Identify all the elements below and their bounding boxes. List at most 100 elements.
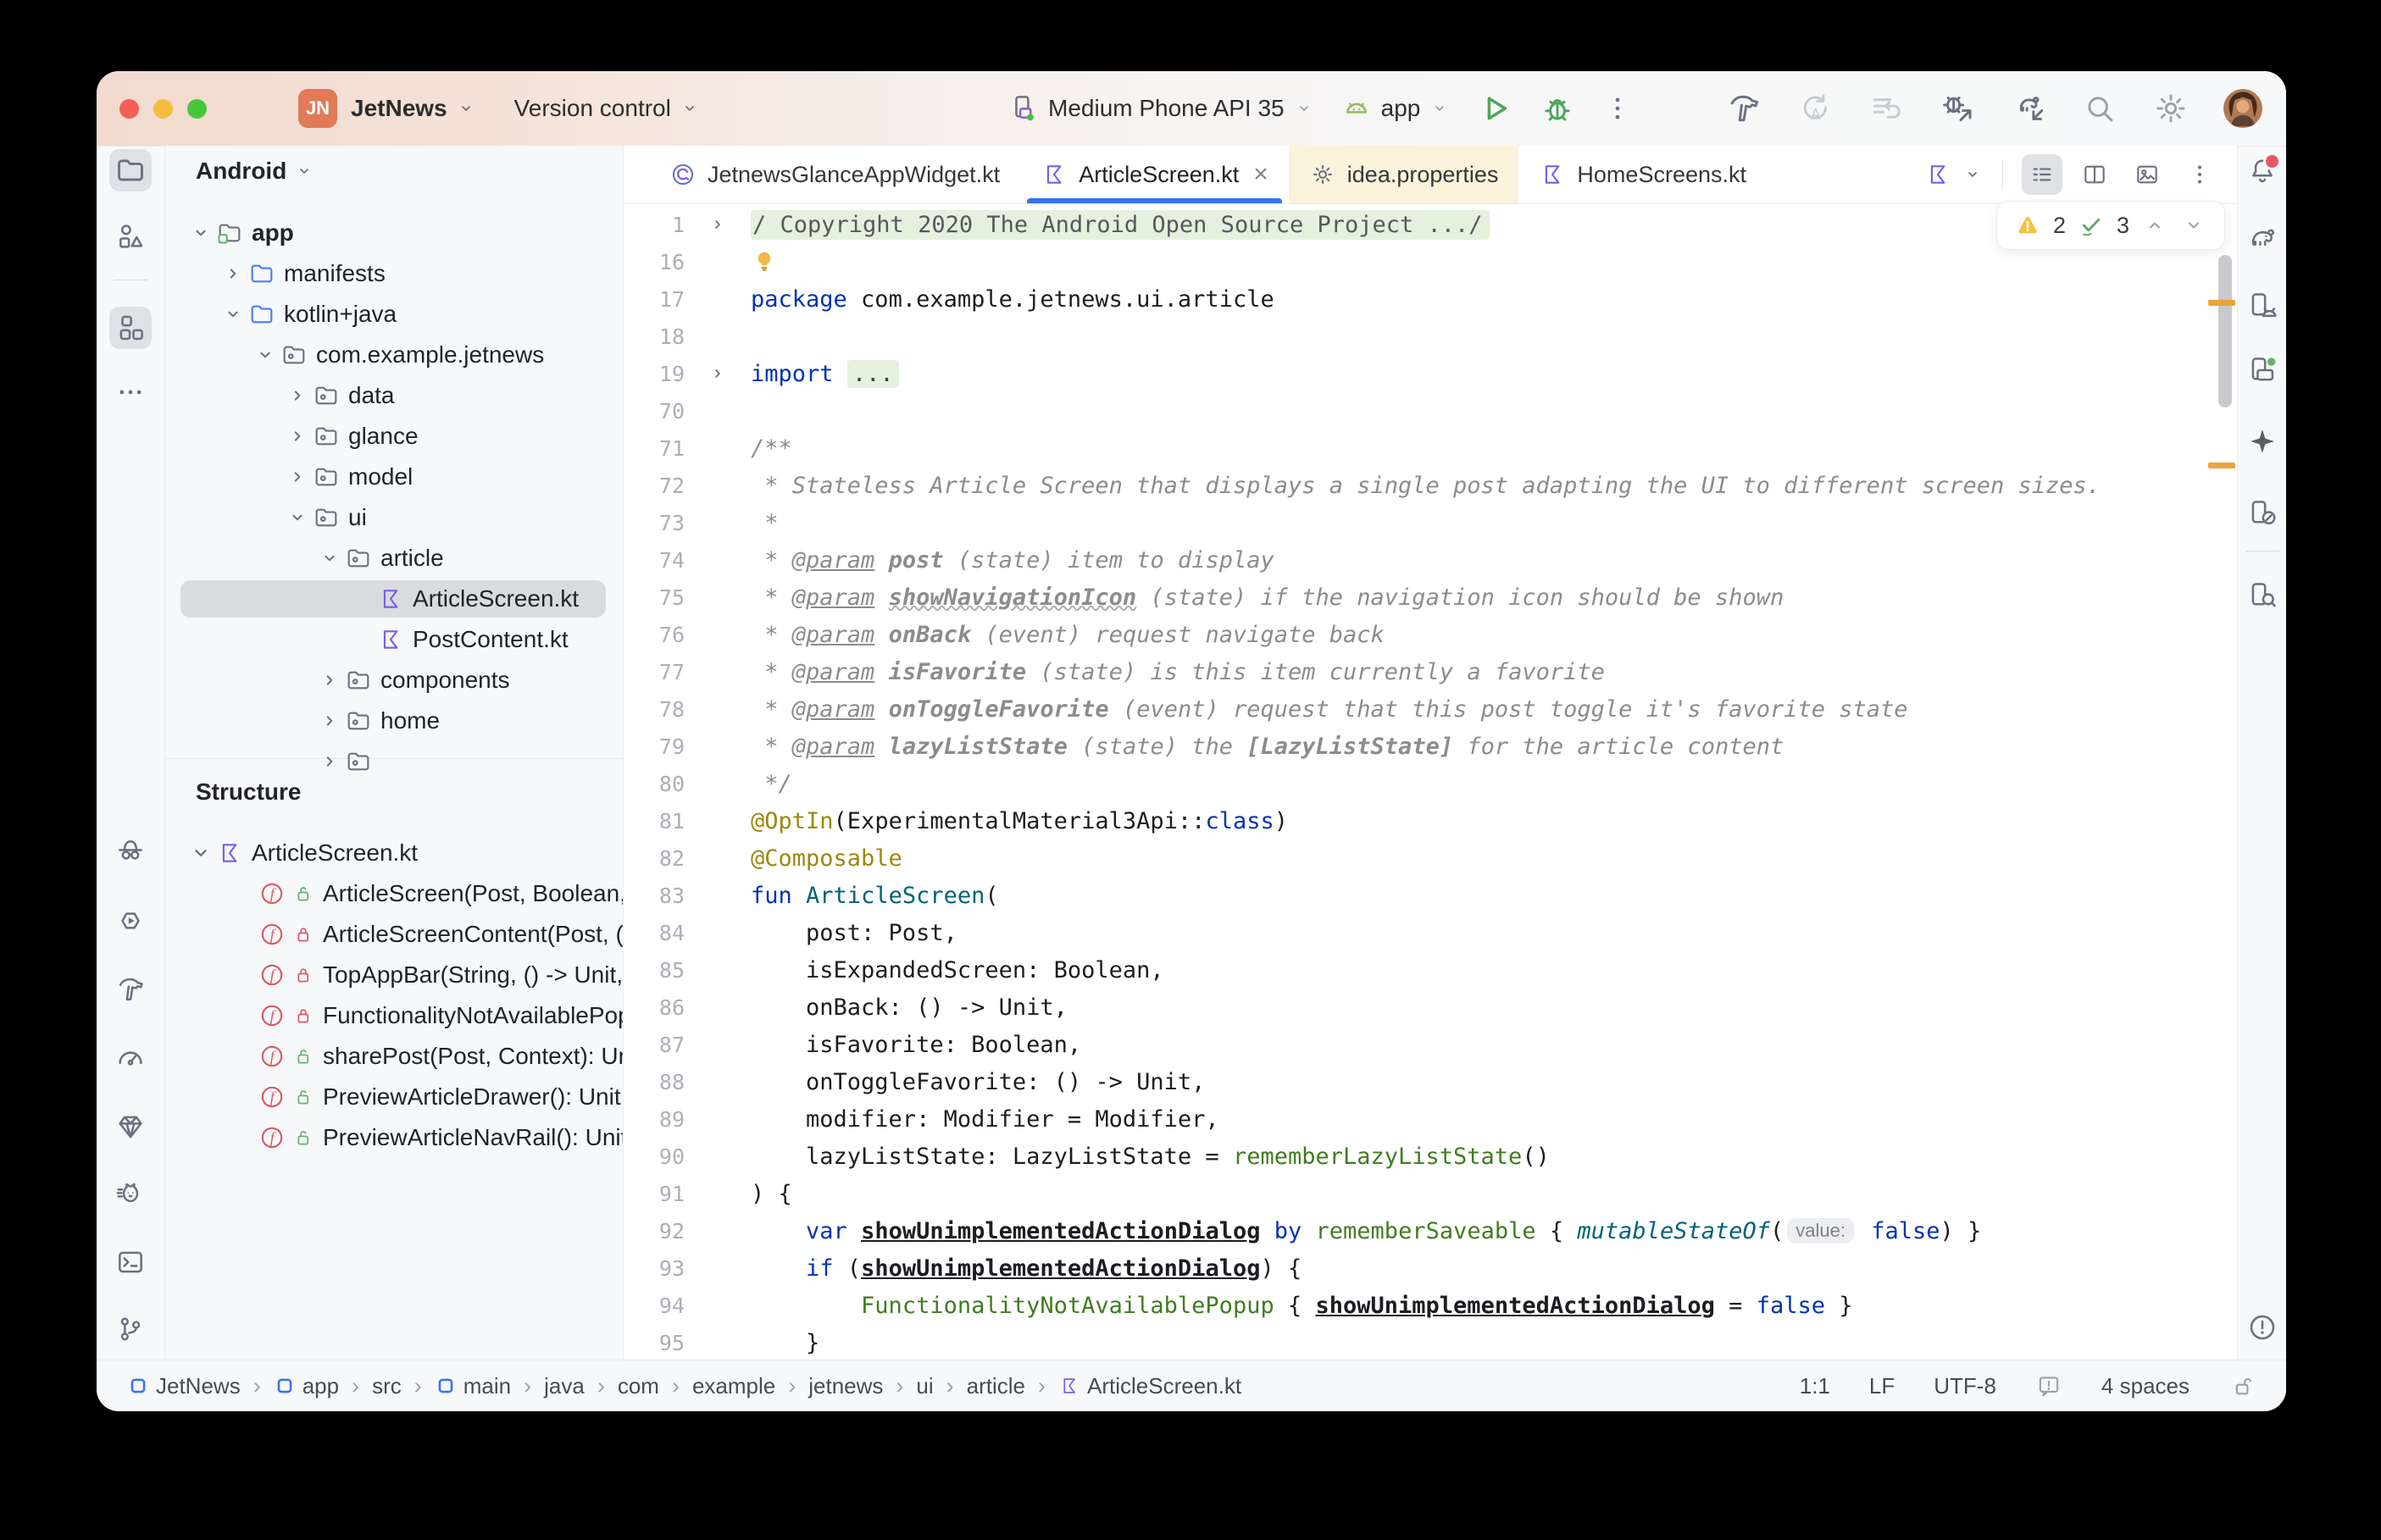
tree-item-components[interactable]: components — [165, 660, 623, 701]
tool-button-resource-manager[interactable] — [109, 215, 152, 258]
tool-button-problems[interactable] — [2241, 1306, 2284, 1349]
tool-button-more-tool-windows[interactable] — [109, 371, 152, 413]
project-widget[interactable]: JetNews — [351, 95, 477, 122]
tree-item-home[interactable]: home — [165, 701, 623, 741]
fold-marker-icon[interactable] — [685, 213, 751, 235]
chevron-down-icon[interactable] — [186, 838, 216, 868]
breadcrumb-src[interactable]: src — [372, 1373, 402, 1399]
tree-item-article[interactable]: article — [165, 538, 623, 579]
tree-item-articlescreen-kt[interactable]: ArticleScreen.kt — [165, 579, 623, 619]
tree-item-manifests[interactable]: manifests — [165, 253, 623, 294]
tool-button-profiler[interactable] — [109, 1037, 152, 1079]
tool-button-structure[interactable] — [109, 307, 152, 349]
editor-preview[interactable] — [2127, 154, 2167, 195]
structure-root[interactable]: ArticleScreen.kt — [165, 833, 623, 873]
vcs-widget[interactable]: Version control — [514, 95, 701, 122]
structure-member[interactable]: fArticleScreen(Post, Boolean, — [165, 873, 623, 914]
chevron-down-icon[interactable] — [250, 342, 280, 368]
file-encoding[interactable]: UTF-8 — [1934, 1373, 1996, 1399]
chevron-right-icon[interactable] — [282, 383, 313, 408]
feedback-icon[interactable] — [2035, 1372, 2062, 1399]
tab-idea-properties[interactable]: idea.properties — [1289, 146, 1519, 203]
chevron-right-icon[interactable] — [218, 261, 248, 286]
structure-member[interactable]: fsharePost(Post, Context): Un — [165, 1036, 623, 1077]
more-run-actions-button[interactable] — [1601, 92, 1634, 125]
breadcrumb-app[interactable]: app — [274, 1373, 339, 1399]
tab-homescreens-kt[interactable]: HomeScreens.kt — [1518, 146, 1767, 203]
tree-item-app[interactable]: app — [165, 213, 623, 253]
next-problem-button[interactable] — [2180, 212, 2207, 239]
rerun-button[interactable] — [1868, 90, 1905, 127]
tool-button-gemini[interactable] — [2241, 420, 2284, 463]
tool-button-device-manager[interactable] — [2241, 285, 2284, 327]
chevron-right-icon[interactable] — [314, 708, 345, 734]
run-button[interactable] — [1476, 90, 1513, 127]
minimize-window-button[interactable] — [153, 99, 173, 119]
tab-articlescreen-kt[interactable]: ArticleScreen.kt× — [1020, 146, 1289, 203]
hidden-tabs-dropdown[interactable] — [1962, 163, 1984, 186]
run-configuration-selector[interactable]: app — [1340, 92, 1451, 125]
tree-item-ui[interactable]: ui — [165, 497, 623, 538]
fold-marker-icon[interactable] — [685, 363, 751, 385]
structure-member[interactable]: fArticleScreenContent(Post, () — [165, 914, 623, 955]
breadcrumb-articlescreen-kt[interactable]: ArticleScreen.kt — [1058, 1373, 1241, 1399]
breadcrumb-main[interactable]: main — [435, 1373, 511, 1399]
tool-button-terminal[interactable] — [109, 1241, 152, 1283]
close-window-button[interactable] — [119, 99, 139, 119]
project-view-selector[interactable]: Android — [196, 158, 315, 185]
breadcrumb-com[interactable]: com — [618, 1373, 659, 1399]
chevron-right-icon[interactable] — [282, 464, 313, 490]
scrollbar-warning-mark[interactable] — [2208, 463, 2235, 468]
structure-member[interactable]: fPreviewArticleNavRail(): Unit — [165, 1117, 623, 1158]
split-editor[interactable] — [2074, 154, 2115, 195]
tool-button-run[interactable] — [109, 900, 152, 942]
breadcrumb-java[interactable]: java — [544, 1373, 585, 1399]
tab-jetnewsglanceappwidget-kt[interactable]: JetnewsGlanceAppWidget.kt — [649, 146, 1020, 203]
tool-button-build[interactable] — [109, 968, 152, 1011]
inspections-widget[interactable]: 2 3 — [1996, 201, 2225, 250]
attach-debugger-button[interactable] — [1939, 90, 1976, 127]
tree-item-kotlin-java[interactable]: kotlin+java — [165, 294, 623, 335]
chevron-right-icon[interactable] — [282, 424, 313, 449]
editor-scrollbar[interactable] — [2218, 255, 2232, 407]
line-separator[interactable]: LF — [1869, 1373, 1895, 1399]
chevron-down-icon[interactable] — [282, 505, 313, 530]
debug-button[interactable] — [1539, 90, 1576, 127]
tool-button-version-control[interactable] — [109, 1308, 152, 1350]
tool-button-gradle[interactable] — [2241, 217, 2284, 259]
structure-member[interactable]: fTopAppBar(String, () -> Unit, — [165, 955, 623, 995]
editor-list-view[interactable] — [2022, 154, 2062, 195]
structure-member[interactable]: fPreviewArticleDrawer(): Unit — [165, 1077, 623, 1117]
tool-button-logcat[interactable] — [109, 1173, 152, 1216]
breadcrumb-jetnews[interactable]: jetnews — [808, 1373, 883, 1399]
breadcrumb-example[interactable]: example — [692, 1373, 775, 1399]
close-tab-icon[interactable]: × — [1253, 162, 1268, 187]
build-button[interactable] — [1725, 90, 1762, 127]
chevron-down-icon[interactable] — [218, 302, 248, 327]
device-selector[interactable]: Medium Phone API 35 — [1007, 92, 1315, 125]
file-lock-icon[interactable] — [2228, 1372, 2256, 1399]
previous-problem-button[interactable] — [2141, 212, 2168, 239]
chevron-down-icon[interactable] — [314, 546, 345, 571]
chevron-right-icon[interactable] — [314, 668, 345, 693]
breadcrumb-article[interactable]: article — [967, 1373, 1025, 1399]
tool-button-project[interactable] — [109, 149, 152, 191]
tool-button-device-explorer[interactable] — [2241, 574, 2284, 617]
hidden-tabs-kotlin-icon[interactable] — [1924, 161, 1951, 188]
user-avatar[interactable] — [2223, 89, 2262, 128]
tree-item-clipped[interactable] — [165, 741, 623, 782]
tool-button-notifications[interactable] — [2241, 150, 2284, 192]
code-editor[interactable]: 1/ Copyright 2020 The Android Open Sourc… — [624, 204, 2237, 1361]
profile-button[interactable]: A — [1796, 90, 1834, 127]
chevron-down-icon[interactable] — [186, 220, 216, 246]
structure-member[interactable]: fFunctionalityNotAvailablePop — [165, 995, 623, 1036]
caret-position[interactable]: 1:1 — [1800, 1373, 1830, 1399]
editor-options[interactable] — [2179, 154, 2220, 195]
tree-item-postcontent-kt[interactable]: PostContent.kt — [165, 619, 623, 660]
search-everywhere-button[interactable] — [2081, 90, 2118, 127]
zoom-window-button[interactable] — [187, 99, 207, 119]
tree-item-model[interactable]: model — [165, 457, 623, 497]
tree-item-com-example-jetnews[interactable]: com.example.jetnews — [165, 335, 623, 375]
indent-setting[interactable]: 4 spaces — [2101, 1373, 2190, 1399]
tool-button-app-quality-insights[interactable] — [109, 1105, 152, 1148]
